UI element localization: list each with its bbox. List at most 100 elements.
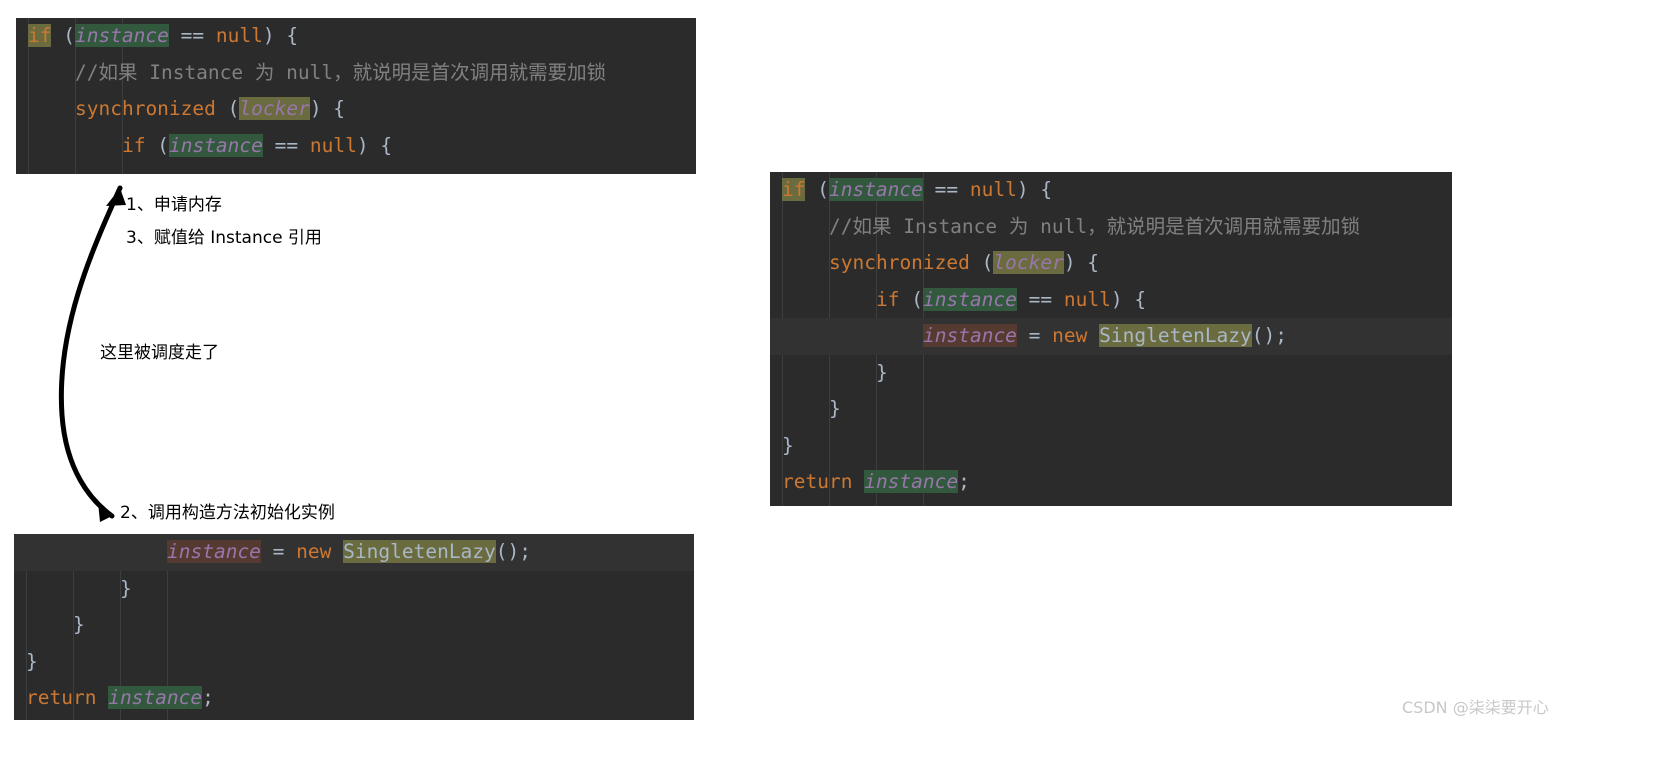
code-line[interactable]: instance = new SingletenLazy(); — [770, 318, 1452, 355]
code-token: ( — [899, 287, 923, 311]
code-line[interactable]: //如果 Instance 为 null，就说明是首次调用就需要加锁 — [770, 209, 1452, 246]
code-token: (); — [495, 540, 532, 563]
code-token: return — [26, 686, 97, 709]
code-line[interactable]: } — [14, 571, 694, 608]
code-token: //如果 Instance 为 null，就说明是首次调用就需要加锁 — [75, 60, 607, 84]
code-line[interactable]: } — [14, 644, 694, 681]
code-token: (); — [1251, 324, 1288, 347]
code-line[interactable]: //如果 Instance 为 null，就说明是首次调用就需要加锁 — [16, 55, 696, 92]
code-token: instance — [828, 178, 923, 201]
code-token: if — [782, 178, 806, 201]
csdn-watermark: CSDN @柒柒要开心 — [1402, 698, 1549, 717]
code-token: ) { — [262, 24, 299, 47]
code-token: ( — [215, 97, 240, 120]
code-token: = — [1028, 324, 1041, 347]
code-token: ) { — [1063, 251, 1100, 274]
code-token: instance — [864, 470, 959, 493]
code-token: } — [829, 397, 841, 420]
annotation-step-2: 2、调用构造方法初始化实例 — [120, 503, 335, 523]
code-line[interactable]: instance = new SingletenLazy(); — [14, 534, 694, 571]
code-line[interactable]: return instance; — [14, 680, 694, 717]
code-line[interactable]: if (instance == null) { — [770, 172, 1452, 209]
code-line[interactable]: synchronized (locker) { — [770, 245, 1452, 282]
code-token: ; — [202, 686, 214, 709]
code-token: if — [122, 133, 146, 157]
code-block-right[interactable]: if (instance == null) {//如果 Instance 为 n… — [770, 172, 1452, 506]
code-token: synchronized — [75, 97, 216, 120]
code-token: new — [1052, 324, 1088, 347]
code-line-content: } — [26, 650, 38, 673]
code-token: ; — [958, 470, 970, 493]
code-line-content: return instance; — [26, 686, 214, 709]
code-token: if — [876, 287, 900, 311]
code-token: ) { — [356, 133, 393, 157]
code-line-content: if (instance == null) { — [782, 178, 1052, 201]
code-token: == — [1028, 287, 1053, 311]
code-token: instance — [74, 24, 169, 47]
code-token: synchronized — [829, 251, 970, 274]
code-token: locker — [239, 97, 310, 120]
code-token: ( — [51, 24, 75, 47]
code-token: } — [782, 433, 794, 457]
code-token: new — [296, 540, 332, 563]
code-token: == — [274, 133, 299, 157]
code-line[interactable]: return instance; — [770, 464, 1452, 501]
code-token: instance — [108, 686, 203, 709]
code-token: ( — [805, 178, 829, 201]
code-token: instance — [168, 133, 263, 157]
code-line-content: if (instance == null) { — [122, 133, 393, 157]
code-token: null — [969, 178, 1017, 201]
annotation-scheduled-away: 这里被调度走了 — [100, 343, 219, 363]
code-token: == — [180, 24, 205, 47]
code-block-top-left[interactable]: if (instance == null) {//如果 Instance 为 n… — [16, 18, 696, 174]
code-line-content: //如果 Instance 为 null，就说明是首次调用就需要加锁 — [75, 61, 606, 84]
code-token: ) { — [309, 97, 346, 120]
code-token: } — [120, 576, 132, 600]
code-line-content: synchronized (locker) { — [829, 251, 1099, 274]
code-line[interactable]: } — [770, 355, 1452, 392]
code-token: ( — [969, 251, 994, 274]
code-token: instance — [923, 324, 1017, 347]
code-line[interactable]: } — [770, 391, 1452, 428]
code-line-content: instance = new SingletenLazy(); — [167, 540, 531, 563]
code-token: = — [272, 540, 285, 563]
code-token: null — [1063, 287, 1111, 311]
code-line-content: } — [876, 361, 888, 384]
code-line-content: } — [782, 434, 794, 457]
code-token: //如果 Instance 为 null，就说明是首次调用就需要加锁 — [829, 214, 1361, 238]
code-token: } — [876, 360, 888, 384]
code-token: == — [934, 178, 959, 201]
code-line-content: } — [120, 577, 132, 600]
code-token: instance — [167, 540, 261, 563]
code-line[interactable]: synchronized (locker) { — [16, 91, 696, 128]
code-token: null — [215, 24, 263, 47]
code-line[interactable]: if (instance == null) { — [16, 18, 696, 55]
code-line-content: return instance; — [782, 470, 970, 493]
code-line[interactable]: } — [770, 428, 1452, 465]
code-token: } — [73, 613, 85, 636]
code-line-content: if (instance == null) { — [28, 24, 298, 47]
code-token: return — [782, 470, 853, 493]
code-token: null — [309, 133, 357, 157]
code-line[interactable]: if (instance == null) { — [16, 128, 696, 165]
code-line[interactable]: } — [14, 607, 694, 644]
code-block-bottom-left[interactable]: instance = new SingletenLazy();}}} return… — [14, 534, 694, 720]
code-token: } — [26, 649, 38, 673]
code-line-content: //如果 Instance 为 null，就说明是首次调用就需要加锁 — [829, 215, 1360, 238]
code-line[interactable]: if (instance == null) { — [770, 282, 1452, 319]
